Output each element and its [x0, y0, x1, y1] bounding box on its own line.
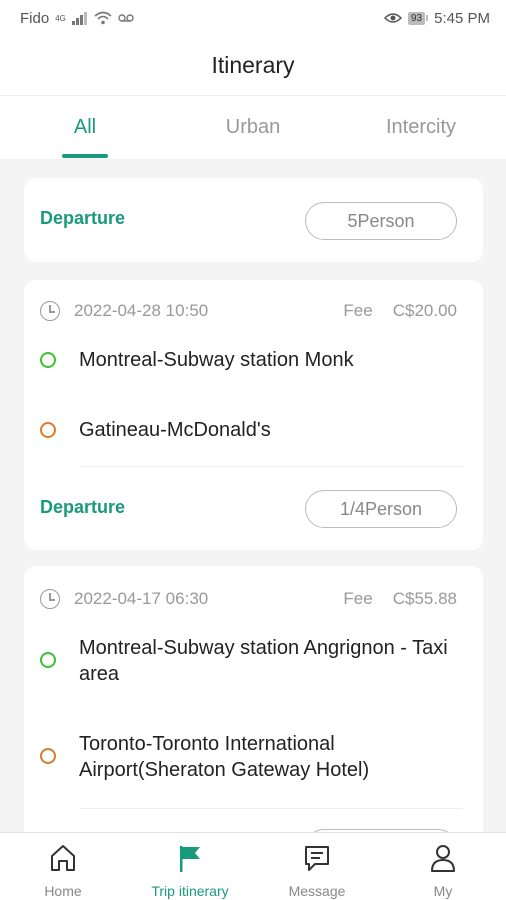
destination-dot-icon	[40, 748, 56, 764]
departure-label: Departure	[40, 497, 126, 517]
active-tab-indicator	[62, 154, 108, 158]
trip-card[interactable]: 2022-04-17 06:30 Fee C$55.88 Montreal-Su…	[24, 566, 483, 867]
destination-stop: Gatineau-McDonald's	[40, 417, 457, 443]
destination-text: Toronto-Toronto International Airport(Sh…	[79, 733, 370, 781]
fee-label: Fee	[343, 589, 373, 608]
page-header: Itinerary	[0, 36, 506, 96]
origin-dot-icon	[40, 352, 56, 368]
page-title: Itinerary	[211, 52, 295, 78]
tab-urban[interactable]: Urban	[178, 96, 328, 159]
filter-tabs: All Urban Intercity	[0, 96, 506, 159]
trip-meta: 2022-04-17 06:30 Fee C$55.88	[40, 587, 457, 611]
signal-icon	[71, 12, 87, 25]
carrier-name: Fido	[20, 9, 50, 27]
nav-my-label: My	[433, 883, 453, 899]
nav-home-label: Home	[44, 883, 82, 899]
destination-stop: Toronto-Toronto International Airport(Sh…	[40, 731, 457, 783]
person-icon	[431, 845, 455, 872]
nav-message[interactable]: Message	[254, 833, 380, 900]
trip-date: 2022-04-28 10:50	[74, 301, 209, 320]
fee-label: Fee	[343, 301, 373, 320]
trip-card[interactable]: 2022-04-28 10:50 Fee C$20.00 Montreal-Su…	[24, 280, 483, 550]
trip-meta: 2022-04-28 10:50 Fee C$20.00	[40, 299, 457, 323]
message-icon	[305, 846, 329, 871]
summary-card[interactable]: Departure 5Person	[24, 178, 483, 262]
flag-icon	[180, 846, 200, 872]
destination-text: Gatineau-McDonald's	[79, 419, 271, 441]
network-type: 4G	[55, 13, 66, 23]
voicemail-icon	[118, 14, 134, 22]
trip-date: 2022-04-17 06:30	[74, 589, 209, 608]
card-divider	[80, 466, 463, 467]
nav-home[interactable]: Home	[0, 833, 126, 900]
home-icon	[51, 845, 75, 871]
eye-comfort-icon	[384, 13, 402, 23]
nav-message-label: Message	[288, 883, 346, 899]
departure-label: Departure	[40, 208, 126, 228]
origin-text: Montreal-Subway station Angrignon - Taxi…	[79, 637, 448, 685]
nav-trip-itinerary[interactable]: Trip itinerary	[127, 833, 253, 900]
card-divider	[80, 808, 463, 809]
fee-amount: C$20.00	[392, 301, 457, 320]
clock-icon	[40, 301, 60, 321]
person-count-button[interactable]: 5Person	[305, 202, 457, 240]
origin-stop: Montreal-Subway station Monk	[40, 347, 457, 373]
clock-icon	[40, 589, 60, 609]
nav-my[interactable]: My	[380, 833, 506, 900]
battery-icon: 93	[408, 11, 429, 25]
origin-text: Montreal-Subway station Monk	[79, 349, 354, 371]
origin-stop: Montreal-Subway station Angrignon - Taxi…	[40, 635, 457, 687]
wifi-icon	[94, 11, 112, 25]
origin-dot-icon	[40, 652, 56, 668]
tab-all[interactable]: All	[10, 96, 160, 159]
bottom-nav: Home Trip itinerary Message My	[0, 832, 506, 900]
status-time: 5:45 PM	[434, 9, 490, 27]
destination-dot-icon	[40, 422, 56, 438]
tab-intercity[interactable]: Intercity	[346, 96, 496, 159]
person-count-button[interactable]: 1/4Person	[305, 490, 457, 528]
status-bar: Fido 4G 93 5:45 PM	[0, 0, 506, 36]
fee-amount: C$55.88	[392, 589, 457, 608]
nav-trip-itinerary-label: Trip itinerary	[151, 883, 229, 899]
